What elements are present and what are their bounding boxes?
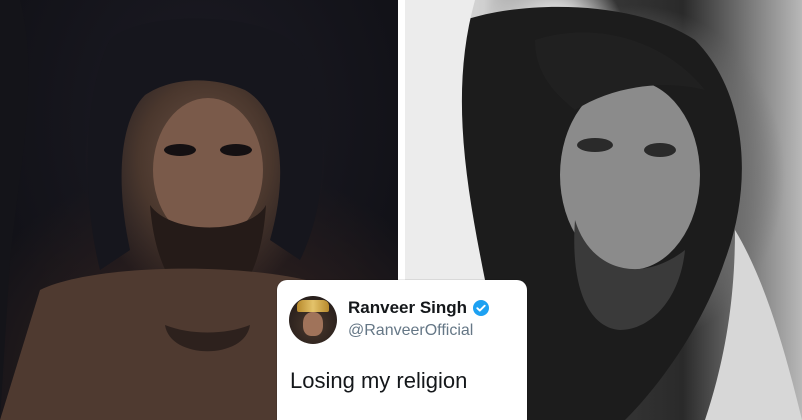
avatar[interactable] (289, 296, 337, 344)
tweet-author-row: Ranveer Singh (348, 298, 490, 318)
verified-badge-icon (473, 300, 490, 316)
meme-canvas: Ranveer Singh @RanveerOfficial Losing my… (0, 0, 802, 420)
tweet-card: Ranveer Singh @RanveerOfficial Losing my… (277, 280, 527, 420)
tweet-text: Losing my religion (290, 368, 468, 393)
display-name[interactable]: Ranveer Singh (348, 298, 467, 318)
avatar-crown (297, 300, 329, 312)
avatar-face (303, 312, 323, 336)
verified-badge-svg (473, 300, 490, 316)
author-handle[interactable]: @RanveerOfficial (348, 322, 473, 340)
